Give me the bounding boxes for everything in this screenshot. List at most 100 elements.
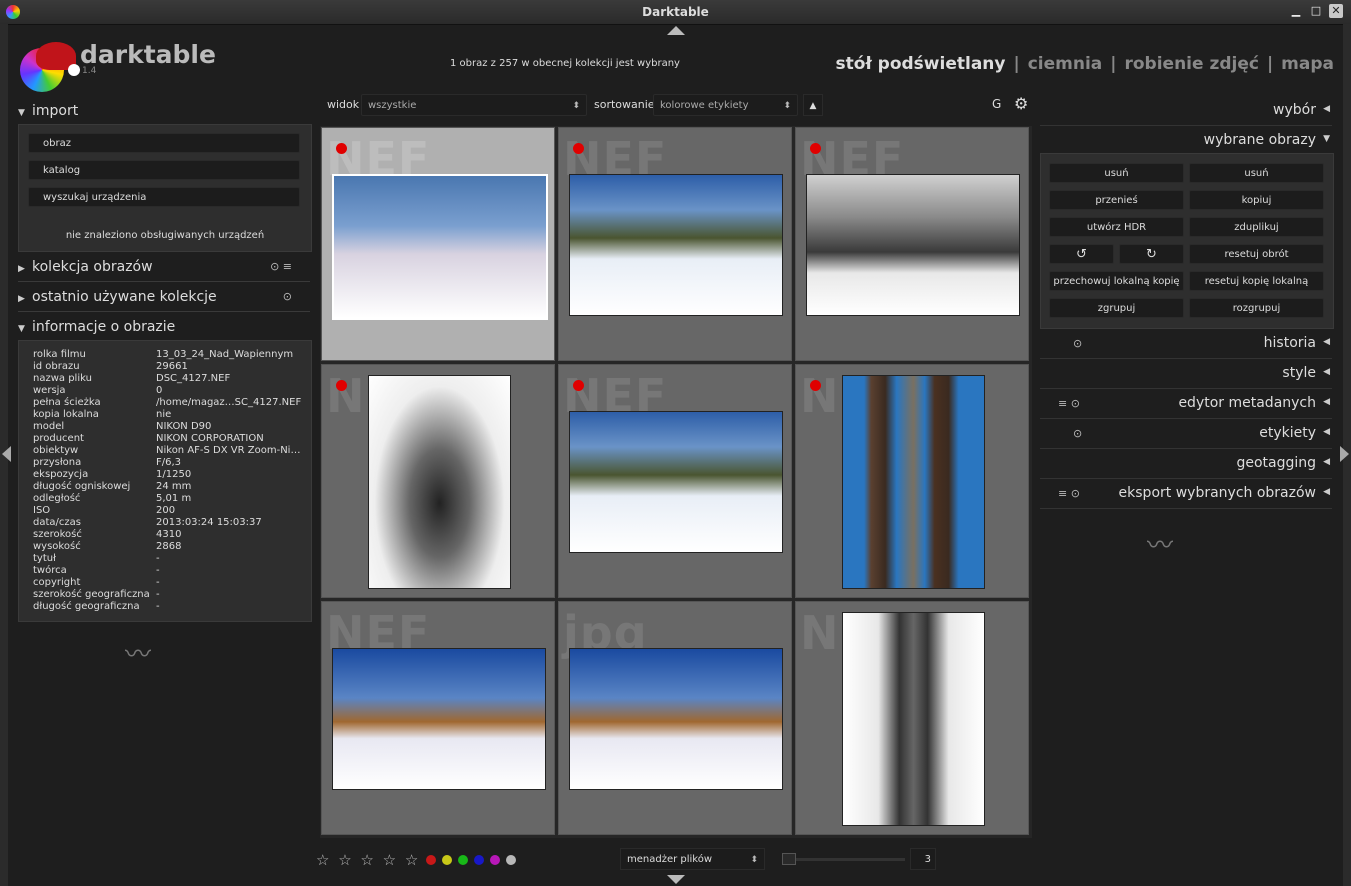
info-row: nazwa pliku DSC_4127.NEF — [33, 373, 304, 385]
reset-icon[interactable]: ⊙ — [1071, 487, 1080, 500]
maximize-icon[interactable]: □ — [1309, 4, 1323, 18]
view-darkroom[interactable]: ciemnia — [1028, 54, 1103, 74]
close-icon[interactable]: ✕ — [1329, 4, 1343, 18]
selected-images-header[interactable]: wybrane obrazy ▼ — [1040, 127, 1332, 155]
info-key: tytuł — [33, 553, 56, 564]
sort-direction-button[interactable]: ▲ — [803, 94, 823, 116]
presets-icon[interactable]: ≡ — [1058, 487, 1067, 500]
info-key: data/czas — [33, 517, 81, 528]
view-tethering[interactable]: robienie zdjęć — [1124, 54, 1258, 74]
thumbnail[interactable]: NEF — [321, 127, 555, 361]
group-button[interactable]: zgrupuj — [1049, 298, 1184, 318]
info-key: ekspozycja — [33, 469, 89, 480]
copy-button[interactable]: kopiuj — [1189, 190, 1324, 210]
thumbnail[interactable]: NEF — [558, 127, 792, 361]
color-label-dot[interactable] — [474, 855, 484, 865]
create-hdr-button[interactable]: utwórz HDR — [1049, 217, 1184, 237]
gear-icon[interactable]: ⚙ — [1014, 94, 1028, 113]
collapse-top-icon[interactable] — [667, 26, 685, 35]
sort-label: sortowanie — [594, 98, 655, 111]
thumbnail[interactable]: NEF — [321, 601, 555, 835]
color-label-dot[interactable] — [442, 855, 452, 865]
info-key: szerokość — [33, 529, 82, 540]
presets-icon[interactable]: ≡ — [1058, 397, 1067, 410]
style-header[interactable]: style ◀ — [1040, 360, 1332, 389]
darktable-logo — [18, 42, 80, 92]
color-label-dot[interactable] — [490, 855, 500, 865]
collapse-right-icon[interactable] — [1340, 446, 1349, 462]
remove-button[interactable]: usuń — [1049, 163, 1184, 183]
layout-combo[interactable]: menadżer plików ⬍ — [620, 848, 765, 870]
info-value: NIKON D90 — [156, 421, 212, 432]
thumbnail[interactable]: NEF — [795, 127, 1029, 361]
collapsed-icon: ◀ — [1323, 397, 1330, 407]
zoom-slider-track[interactable] — [785, 858, 905, 861]
info-row: długość ogniskowej 24 mm — [33, 481, 304, 493]
photo — [842, 375, 985, 589]
spin-icon: ⬍ — [572, 101, 580, 111]
image-info-header[interactable]: ▼ informacje o obrazie — [18, 316, 310, 338]
geotagging-header[interactable]: geotagging ◀ — [1040, 450, 1332, 479]
rotate-right-icon[interactable]: ↻ — [1119, 244, 1184, 264]
select-header[interactable]: wybór ◀ — [1040, 97, 1332, 126]
import-image-button[interactable]: obraz — [28, 133, 300, 153]
export-header[interactable]: ≡ ⊙ eksport wybranych obrazów ◀ — [1040, 480, 1332, 509]
reset-icon[interactable]: ⊙ — [1071, 397, 1080, 410]
reset-icon[interactable]: ⊙ — [270, 260, 279, 273]
collapse-bottom-icon[interactable] — [667, 875, 685, 884]
move-button[interactable]: przenieś — [1049, 190, 1184, 210]
scan-devices-button[interactable]: wyszukaj urządzenia — [28, 187, 300, 207]
right-swirl-ornament: 〰 — [1147, 531, 1174, 561]
metadata-editor-header[interactable]: ≡ ⊙ edytor metadanych ◀ — [1040, 390, 1332, 419]
spin-icon: ⬍ — [783, 101, 791, 111]
info-key: długość geograficzna — [33, 601, 140, 612]
view-filter-combo[interactable]: wszystkie ⬍ — [361, 94, 587, 116]
keep-local-copy-button[interactable]: przechowuj lokalną kopię — [1049, 271, 1184, 291]
thumbnail[interactable]: NEF — [795, 364, 1029, 598]
info-value: 2013:03:24 15:03:37 — [156, 517, 262, 528]
import-header[interactable]: ▼ import — [18, 100, 310, 122]
thumbnail[interactable]: NEF — [558, 364, 792, 598]
thumbnail[interactable]: NEF — [795, 601, 1029, 835]
reset-icon[interactable]: ⊙ — [283, 290, 292, 303]
color-label-dot[interactable] — [426, 855, 436, 865]
color-label-icon — [336, 380, 347, 391]
import-folder-button[interactable]: katalog — [28, 160, 300, 180]
reset-icon[interactable]: ⊙ — [1073, 427, 1082, 440]
delete-button[interactable]: usuń — [1189, 163, 1324, 183]
minimize-icon[interactable]: ▁ — [1289, 4, 1303, 18]
collapsed-icon: ◀ — [1323, 487, 1330, 497]
info-value: - — [156, 589, 160, 600]
color-label-dot[interactable] — [506, 855, 516, 865]
zoom-slider-handle[interactable] — [782, 853, 796, 865]
collapse-left-icon[interactable] — [2, 446, 11, 462]
view-lighttable[interactable]: stół podświetlany — [836, 54, 1006, 74]
reset-rotation-button[interactable]: resetuj obrót — [1189, 244, 1324, 264]
zoom-entry[interactable]: 3 — [910, 848, 936, 870]
ungroup-button[interactable]: rozgrupuj — [1189, 298, 1324, 318]
duplicate-button[interactable]: zduplikuj — [1189, 217, 1324, 237]
rotate-left-icon[interactable]: ↺ — [1049, 244, 1114, 264]
history-header[interactable]: ⊙ historia ◀ — [1040, 330, 1332, 359]
info-value: - — [156, 553, 160, 564]
recent-collections-header[interactable]: ▶ ostatnio używane kolekcje ⊙ — [18, 286, 310, 308]
view-map[interactable]: mapa — [1281, 54, 1334, 74]
collapsed-icon: ◀ — [1323, 457, 1330, 467]
photo — [569, 648, 783, 790]
thumbnail[interactable]: jpg — [558, 601, 792, 835]
image-info-panel: rolka filmu 13_03_24_Nad_Wapiennym id obra… — [18, 340, 312, 622]
reset-icon[interactable]: ⊙ — [1073, 337, 1082, 350]
info-value: /home/magaz…SC_4127.NEF — [156, 397, 302, 408]
sort-combo[interactable]: kolorowe etykiety ⬍ — [653, 94, 798, 116]
thumbnail[interactable]: NEF — [321, 364, 555, 598]
info-value: 24 mm — [156, 481, 192, 492]
star-rating[interactable]: ☆ ☆ ☆ ☆ ☆ — [316, 851, 420, 869]
presets-icon[interactable]: ≡ — [283, 260, 292, 273]
color-label-icon — [810, 380, 821, 391]
expanded-icon: ▼ — [18, 108, 25, 118]
reset-local-copy-button[interactable]: resetuj kopię lokalną — [1189, 271, 1324, 291]
collection-header[interactable]: ▶ kolekcja obrazów ⊙ ≡ — [18, 256, 310, 278]
grouping-button[interactable]: G — [992, 97, 1001, 111]
tags-header[interactable]: ⊙ etykiety ◀ — [1040, 420, 1332, 449]
color-label-dot[interactable] — [458, 855, 468, 865]
